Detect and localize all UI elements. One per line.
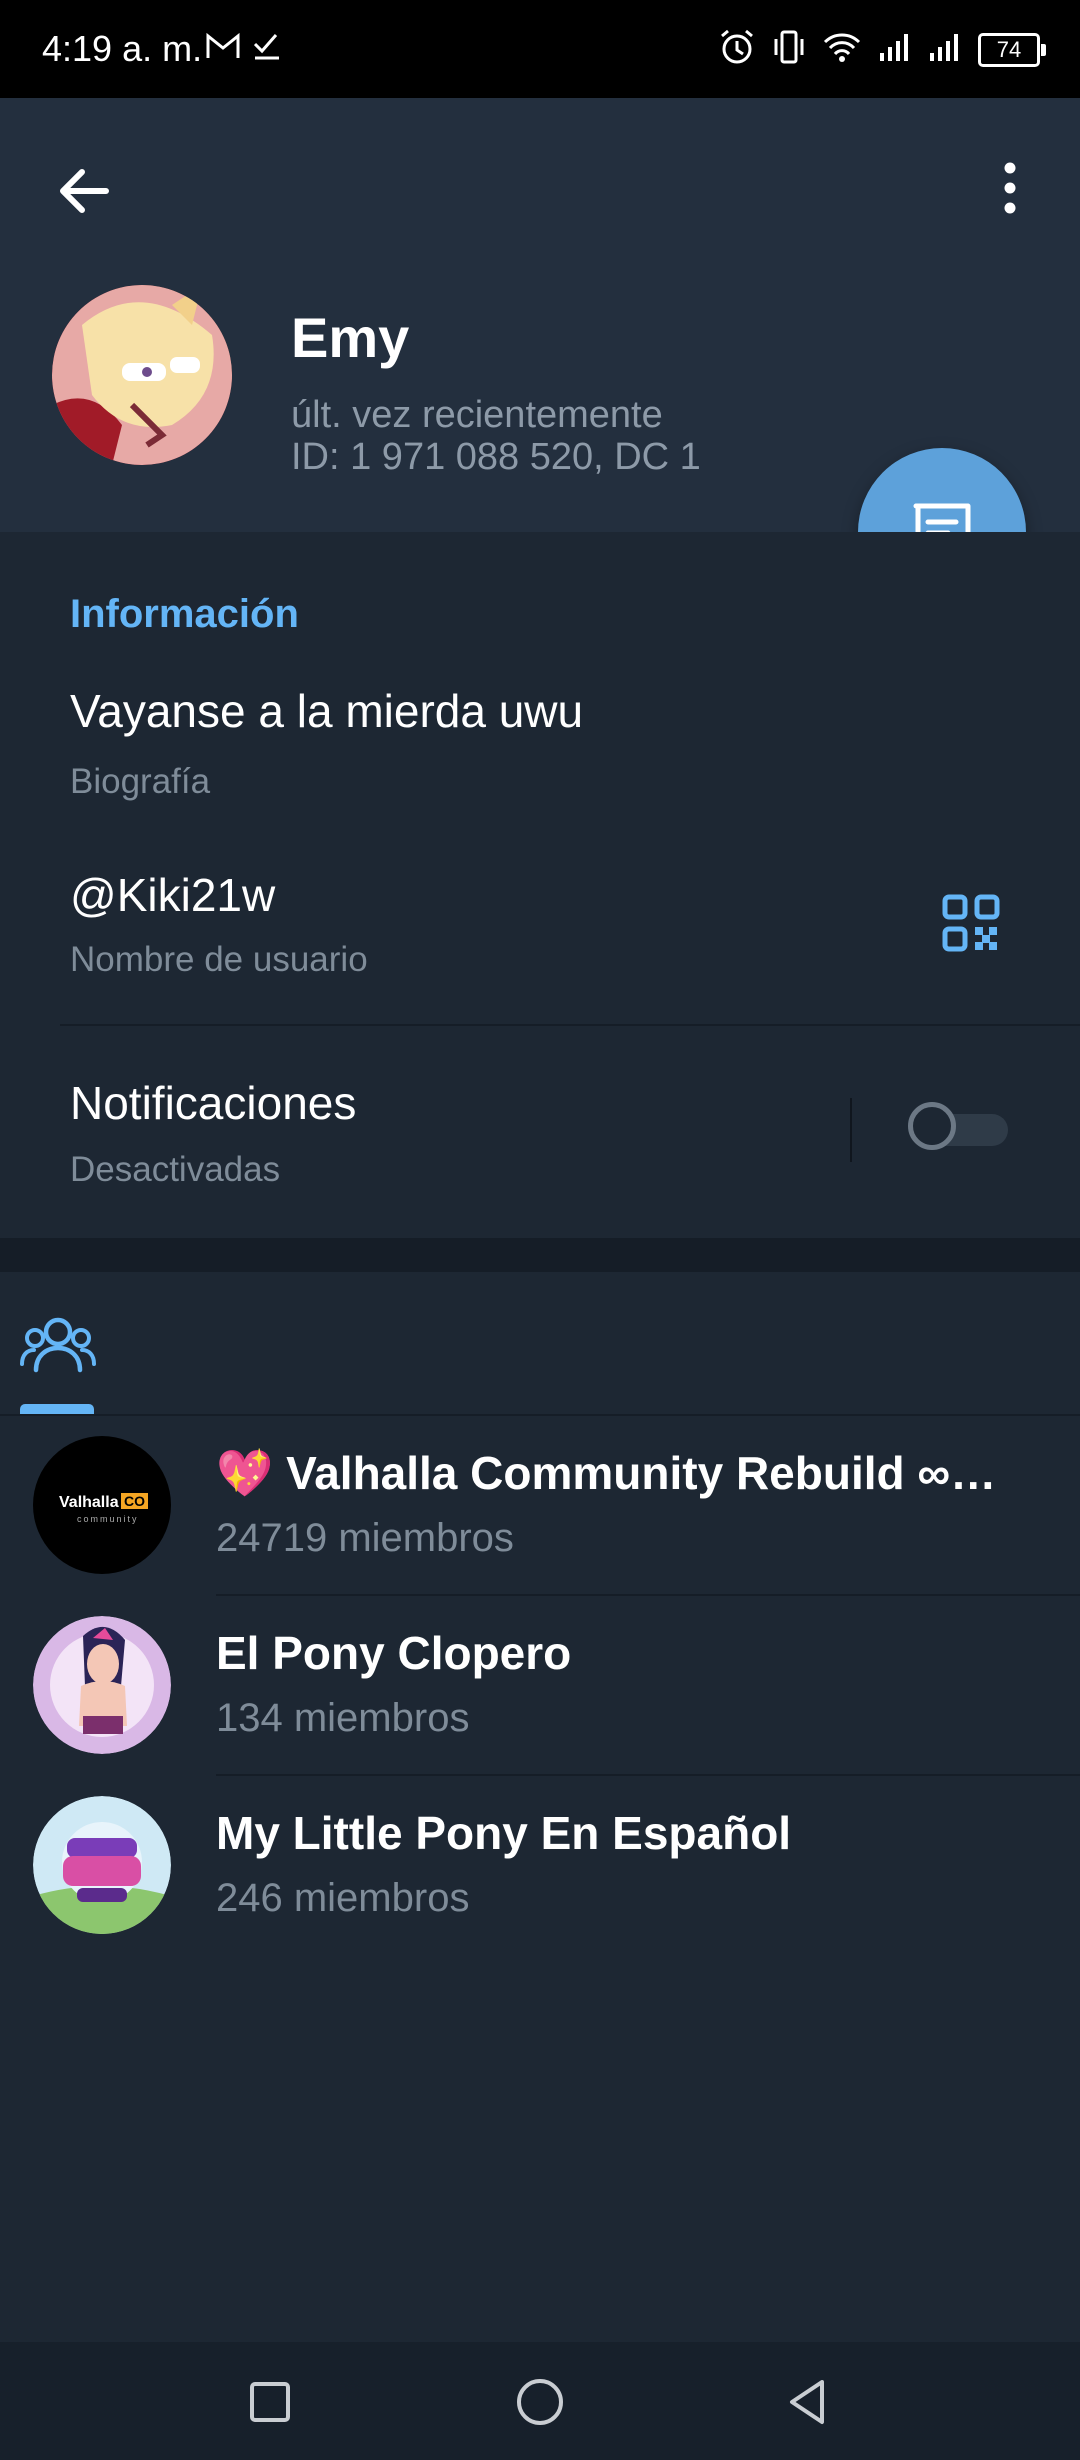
square-icon — [250, 2382, 290, 2422]
group-icon — [20, 1317, 96, 1373]
group-members: 134 miembros — [216, 1696, 470, 1740]
wifi-icon — [822, 30, 862, 69]
bio-label: Biografía — [70, 762, 211, 801]
bio-value[interactable]: Vayanse a la mierda uwu — [70, 684, 583, 738]
common-groups-section: Valhalla CO community 💖 Valhalla Communi… — [0, 1272, 1080, 2342]
status-time: 4:19 a. m. — [42, 28, 203, 69]
username-value[interactable]: @Kiki21w — [70, 868, 275, 922]
qr-code-button[interactable] — [942, 894, 1000, 952]
divider — [60, 1024, 1080, 1026]
user-id: ID: 1 971 088 520, DC 1 — [291, 436, 701, 478]
profile-name: Emy — [291, 306, 410, 369]
avatar-image — [52, 285, 232, 465]
home-button[interactable] — [510, 2372, 570, 2432]
last-seen-status: últ. vez recientemente — [291, 394, 663, 436]
group-avatar — [33, 1796, 171, 1934]
recents-button[interactable] — [240, 2372, 300, 2432]
group-avatar — [33, 1616, 171, 1754]
username-label: Nombre de usuario — [70, 940, 368, 979]
back-button[interactable] — [52, 158, 116, 222]
group-avatar: Valhalla CO community — [33, 1436, 171, 1574]
tab-indicator — [20, 1404, 94, 1414]
back-nav-button[interactable] — [778, 2372, 838, 2432]
vibrate-icon — [772, 29, 806, 70]
avatar[interactable] — [52, 285, 232, 465]
sparkling-heart-icon: 💖 — [216, 1447, 274, 1499]
group-title: El Pony Clopero — [216, 1627, 572, 1679]
group-members: 24719 miembros — [216, 1516, 514, 1560]
group-members: 246 miembros — [216, 1876, 470, 1920]
groups-tab[interactable] — [20, 1310, 96, 1378]
group-row-valhalla[interactable]: Valhalla CO community 💖 Valhalla Communi… — [0, 1416, 1080, 1596]
group-title: Valhalla Community Rebuild ∞… — [286, 1447, 997, 1499]
info-section: Información Vayanse a la mierda uwu Biog… — [0, 532, 1080, 1238]
circle-icon — [517, 2379, 563, 2425]
signal-icon-1 — [878, 31, 912, 68]
separator — [850, 1098, 852, 1162]
triangle-back-icon — [790, 2380, 824, 2424]
battery-icon: 74 — [978, 32, 1046, 67]
group-row-my-little-pony[interactable]: My Little Pony En Español 246 miembros — [0, 1776, 1080, 1956]
qr-code-icon — [942, 894, 1000, 952]
notifications-status: Desactivadas — [70, 1150, 281, 1189]
gmail-icon — [205, 30, 241, 71]
group-title: My Little Pony En Español — [216, 1807, 792, 1859]
section-gap — [0, 1238, 1080, 1272]
signal-icon-2 — [928, 31, 962, 68]
group-row-el-pony-clopero[interactable]: El Pony Clopero 134 miembros — [0, 1596, 1080, 1776]
arrow-left-icon — [60, 169, 109, 213]
more-vertical-icon — [1004, 162, 1016, 214]
download-done-icon — [251, 30, 283, 71]
more-options-button[interactable] — [990, 156, 1030, 220]
notifications-toggle[interactable] — [908, 1102, 1008, 1150]
system-navigation-bar — [0, 2342, 1080, 2460]
alarm-icon — [718, 28, 756, 71]
status-bar: 4:19 a. m. 74 — [0, 0, 1080, 98]
notifications-label[interactable]: Notificaciones — [70, 1076, 356, 1130]
info-section-title: Información — [70, 592, 299, 636]
